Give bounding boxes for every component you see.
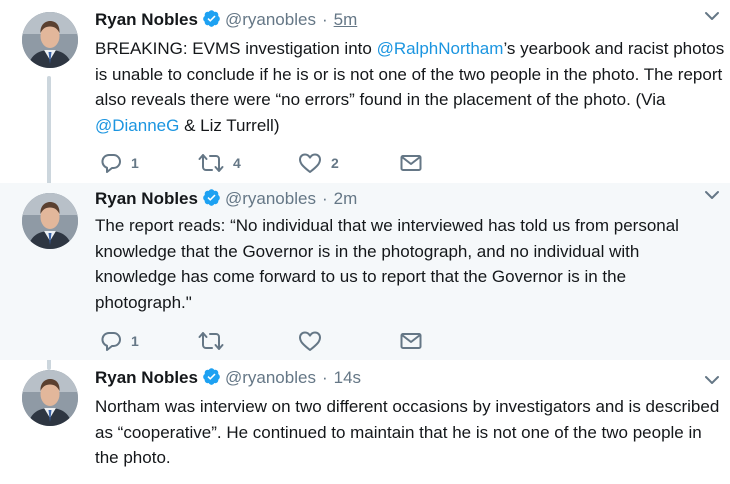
reply-button[interactable]: 1 bbox=[100, 330, 139, 352]
reply-count: 1 bbox=[131, 155, 139, 171]
tweet[interactable]: Ryan Nobles @ryanobles · 14s Northam was in… bbox=[0, 360, 730, 484]
avatar-image bbox=[22, 193, 78, 249]
tweet-text: The report reads: “No individual that we… bbox=[95, 216, 679, 312]
tweet-actions: 1 4 2 bbox=[100, 152, 440, 174]
timestamp[interactable]: 2m bbox=[334, 189, 358, 208]
tweet-header: Ryan Nobles @ryanobles · 5m bbox=[95, 8, 357, 32]
like-count: 2 bbox=[331, 155, 339, 171]
chevron-down-icon[interactable] bbox=[702, 185, 722, 210]
like-button[interactable] bbox=[298, 330, 331, 352]
separator: · bbox=[321, 368, 328, 387]
like-button[interactable]: 2 bbox=[298, 152, 339, 174]
heart-icon bbox=[298, 152, 322, 174]
verified-badge-icon bbox=[202, 188, 221, 214]
reply-count: 1 bbox=[131, 333, 139, 349]
author-name[interactable]: Ryan Nobles bbox=[95, 368, 198, 387]
separator: · bbox=[321, 10, 328, 29]
retweet-count: 4 bbox=[233, 155, 241, 171]
retweet-icon bbox=[198, 152, 224, 174]
author-name[interactable]: Ryan Nobles bbox=[95, 10, 198, 29]
reply-icon bbox=[100, 152, 122, 174]
tweet-text-part: BREAKING: EVMS investigation into bbox=[95, 39, 377, 58]
author-handle[interactable]: @ryanobles bbox=[225, 189, 316, 208]
tweet-actions: 1 bbox=[100, 330, 440, 352]
envelope-icon bbox=[400, 332, 422, 350]
reply-icon bbox=[100, 330, 122, 352]
separator: · bbox=[321, 189, 328, 208]
retweet-button[interactable]: 4 bbox=[198, 152, 241, 174]
tweet[interactable]: Ryan Nobles @ryanobles · 2m The report read… bbox=[0, 183, 730, 360]
verified-badge-icon bbox=[202, 9, 221, 35]
tweet-thread: Ryan Nobles @ryanobles · 5m BREAKING: EVMS … bbox=[0, 0, 730, 484]
mention-link[interactable]: @DianneG bbox=[95, 116, 179, 135]
direct-message-button[interactable] bbox=[400, 330, 422, 352]
avatar[interactable] bbox=[22, 370, 78, 426]
reply-button[interactable]: 1 bbox=[100, 152, 139, 174]
verified-badge-icon bbox=[202, 367, 221, 393]
tweet-header: Ryan Nobles @ryanobles · 14s bbox=[95, 366, 361, 390]
author-handle[interactable]: @ryanobles bbox=[225, 10, 316, 29]
author-name[interactable]: Ryan Nobles bbox=[95, 189, 198, 208]
timestamp[interactable]: 14s bbox=[334, 368, 361, 387]
author-handle[interactable]: @ryanobles bbox=[225, 368, 316, 387]
envelope-icon bbox=[400, 154, 422, 172]
tweet-text-part: & Liz Turrell) bbox=[179, 115, 280, 135]
chevron-down-icon[interactable] bbox=[702, 370, 722, 395]
mention-link[interactable]: @RalphNortham bbox=[377, 39, 504, 58]
direct-message-button[interactable] bbox=[400, 152, 422, 174]
retweet-button[interactable] bbox=[198, 330, 233, 352]
heart-icon bbox=[298, 330, 322, 352]
avatar[interactable] bbox=[22, 12, 78, 68]
tweet-header: Ryan Nobles @ryanobles · 2m bbox=[95, 187, 357, 211]
tweet-text: BREAKING: EVMS investigation into @Ralph… bbox=[95, 36, 725, 138]
avatar-image bbox=[22, 370, 78, 426]
retweet-icon bbox=[198, 330, 224, 352]
tweet-text: Northam was interview on two different o… bbox=[95, 397, 720, 467]
tweet[interactable]: Ryan Nobles @ryanobles · 5m BREAKING: EVMS … bbox=[0, 0, 730, 183]
avatar[interactable] bbox=[22, 193, 78, 249]
timestamp[interactable]: 5m bbox=[334, 10, 358, 29]
avatar-image bbox=[22, 12, 78, 68]
chevron-down-icon[interactable] bbox=[702, 6, 722, 31]
